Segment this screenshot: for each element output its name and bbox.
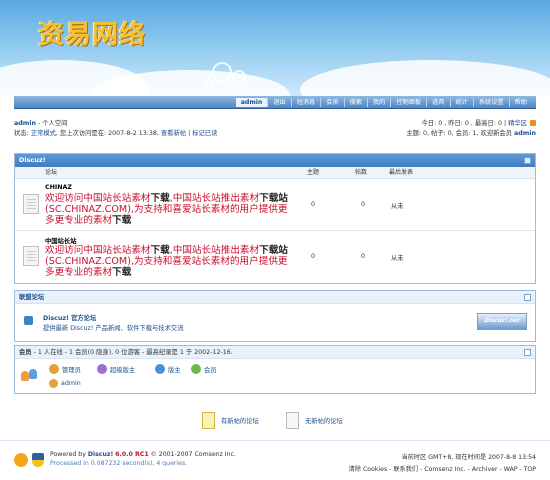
nav-item-logout[interactable]: 退出 <box>267 98 290 107</box>
nav-item-settings[interactable]: 系统设置 <box>472 98 509 107</box>
forum-last-post: 从未 <box>391 255 404 262</box>
new-posts-icon <box>202 412 215 429</box>
legend-mod: 版主 <box>155 364 181 374</box>
forum-icon-legend: 有新帖的论坛 无新帖的论坛 <box>0 408 550 432</box>
collapse-icon[interactable] <box>524 294 531 301</box>
topics-stats: 主题: 0, 帖子: 0, 会员: 1, 欢迎新会员 <box>406 130 513 137</box>
powered-by: Powered by <box>50 451 86 458</box>
links-header: 联盟论坛 <box>15 291 535 304</box>
main-nav: admin 退出 短消息 会员 搜索 我的 控制面板 道具 统计 系统设置 帮助 <box>14 96 536 109</box>
forum-status-icon <box>23 246 39 266</box>
column-header: 论坛 主题 帖数 最后发表 <box>15 167 535 179</box>
space-link[interactable]: - 个人空间 <box>38 120 67 127</box>
user-icon <box>49 379 58 388</box>
nav-item-control-panel[interactable]: 控制面板 <box>390 98 426 107</box>
user-icon <box>155 364 165 374</box>
legend-no-new-posts: 无新帖的论坛 <box>286 412 343 429</box>
forum-posts-count: 0 <box>361 201 366 208</box>
link-description: 提供最新 Discuz! 产品新闻、软件下载与技术交流 <box>43 325 184 332</box>
members-summary: - 1 人在线 - 1 会员(0 隐身), 0 位游客 - 最高纪录是 1 于 … <box>33 349 233 356</box>
members-header: 会员 - 1 人在线 - 1 会员(0 隐身), 0 位游客 - 最高纪录是 1… <box>15 346 535 359</box>
legend-super-mod: 超级版主 <box>97 364 135 374</box>
timezone-info: 当前时区 GMT+8, 现在时间是 2007-8-8 13:54 <box>401 454 536 461</box>
footer-links[interactable]: 清除 Cookies - 联系我们 - Comsenz Inc. - Archi… <box>349 464 536 476</box>
nav-item-members[interactable]: 会员 <box>320 98 343 107</box>
forum-stats: 今日: 0 , 昨日: 0 , 最高日: 0 | 精华区 主题: 0, 帖子: … <box>406 119 536 139</box>
discuz-banner[interactable]: Discuz!.net <box>477 313 527 330</box>
badge-icon <box>14 453 28 467</box>
legend-admin: 管理员 <box>49 364 81 374</box>
nav-item-admin[interactable]: admin <box>235 98 268 107</box>
link-title[interactable]: Discuz! 官方论坛 <box>43 313 96 322</box>
member-legend: 管理员 超级版主 版主 会员 admin <box>15 359 535 393</box>
copyright: © 2001-2007 Comsenz Inc. <box>150 451 236 458</box>
forum-topics-count: 0 <box>311 253 316 260</box>
version: 6.0.0 RC1 <box>115 451 149 458</box>
bubble-decoration <box>232 70 246 84</box>
link-row: Discuz! 官方论坛 提供最新 Discuz! 产品新闻、软件下载与技术交流… <box>15 304 535 341</box>
today-stats: 今日: 0 , 昨日: 0 , 最高日: 0 | <box>421 120 507 127</box>
last-visit-text: , 您上次访问是在: 2007-8-2 13:38, <box>55 130 159 137</box>
bubble-decoration <box>212 62 232 82</box>
collapse-icon[interactable] <box>524 157 531 164</box>
forum-description: 欢迎访问中国站长站素材下载,中国站长站推出素材下载站(SC.CHINAZ.COM… <box>45 245 288 278</box>
forum-posts-count: 0 <box>361 253 366 260</box>
user-icon <box>97 364 107 374</box>
site-logo[interactable]: 资易网络 <box>38 14 146 51</box>
page-header: 资易网络 <box>0 0 550 96</box>
links-box: 联盟论坛 Discuz! 官方论坛 提供最新 Discuz! 产品新闻、软件下载… <box>14 290 536 342</box>
link-icon <box>24 316 33 325</box>
status-mode-link[interactable]: 正常模式 <box>31 130 56 137</box>
forum-category-box: Discuz! 论坛 主题 帖数 最后发表 CHINAZ 欢迎访问中国站长站素材… <box>14 153 536 284</box>
group-icon <box>21 367 39 383</box>
forum-description: 欢迎访问中国站长站素材下载,中国站长站推出素材下载站(SC.CHINAZ.COM… <box>45 193 288 226</box>
user-icon <box>191 364 201 374</box>
col-topics: 主题 <box>307 169 320 176</box>
members-label: 会员 <box>19 349 32 356</box>
no-new-posts-icon <box>286 412 299 429</box>
col-last-post: 最后发表 <box>389 169 414 176</box>
forum-last-post: 从未 <box>391 203 404 210</box>
category-title[interactable]: Discuz! <box>19 156 46 164</box>
digest-link[interactable]: 精华区 <box>508 120 527 127</box>
nav-item-my[interactable]: 我的 <box>367 98 390 107</box>
username-link[interactable]: admin <box>14 120 36 127</box>
category-header: Discuz! <box>15 154 535 167</box>
page-footer: Powered by Discuz! 6.0.0 RC1 © 2001-2007… <box>0 440 550 480</box>
processed-info: Processed in 0.087232 second(s), 4 queri… <box>50 460 188 467</box>
nav-item-search[interactable]: 搜索 <box>343 98 367 107</box>
col-posts: 帖数 <box>355 169 368 176</box>
status-label: 状态: <box>14 130 29 137</box>
cloud-decoration <box>300 60 550 96</box>
legend-new-posts: 有新帖的论坛 <box>202 412 259 429</box>
col-forum: 论坛 <box>45 169 58 176</box>
forum-row: CHINAZ 欢迎访问中国站长站素材下载,中国站长站推出素材下载站(SC.CHI… <box>15 179 535 231</box>
nav-item-tools[interactable]: 道具 <box>426 98 449 107</box>
rss-icon[interactable] <box>530 120 536 126</box>
shield-icon <box>32 453 44 467</box>
nav-item-help[interactable]: 帮助 <box>508 98 532 107</box>
forum-status-icon <box>23 194 39 214</box>
collapse-icon[interactable] <box>524 349 531 356</box>
members-box: 会员 - 1 人在线 - 1 会员(0 隐身), 0 位游客 - 最高纪录是 1… <box>14 345 536 394</box>
view-new-link[interactable]: 查看新帖 <box>161 130 186 137</box>
links-title: 联盟论坛 <box>19 294 45 301</box>
legend-member: 会员 <box>191 364 217 374</box>
discuz-link[interactable]: Discuz! <box>88 451 113 458</box>
new-member-link[interactable]: admin <box>514 130 536 137</box>
user-info: admin - 个人空间 状态: 正常模式, 您上次访问是在: 2007-8-2… <box>14 120 218 137</box>
online-user[interactable]: admin <box>49 379 81 388</box>
forum-row: 中国站长站 欢迎访问中国站长站素材下载,中国站长站推出素材下载站(SC.CHIN… <box>15 231 535 283</box>
forum-name-link[interactable]: 中国站长站 <box>45 236 76 245</box>
forum-topics-count: 0 <box>311 201 316 208</box>
bubble-decoration <box>204 78 213 87</box>
nav-item-stats[interactable]: 统计 <box>449 98 473 107</box>
nav-item-messages[interactable]: 短消息 <box>290 98 321 107</box>
user-icon <box>49 364 59 374</box>
forum-name-link[interactable]: CHINAZ <box>45 184 72 191</box>
mark-read-link[interactable]: 标记已读 <box>192 130 217 137</box>
